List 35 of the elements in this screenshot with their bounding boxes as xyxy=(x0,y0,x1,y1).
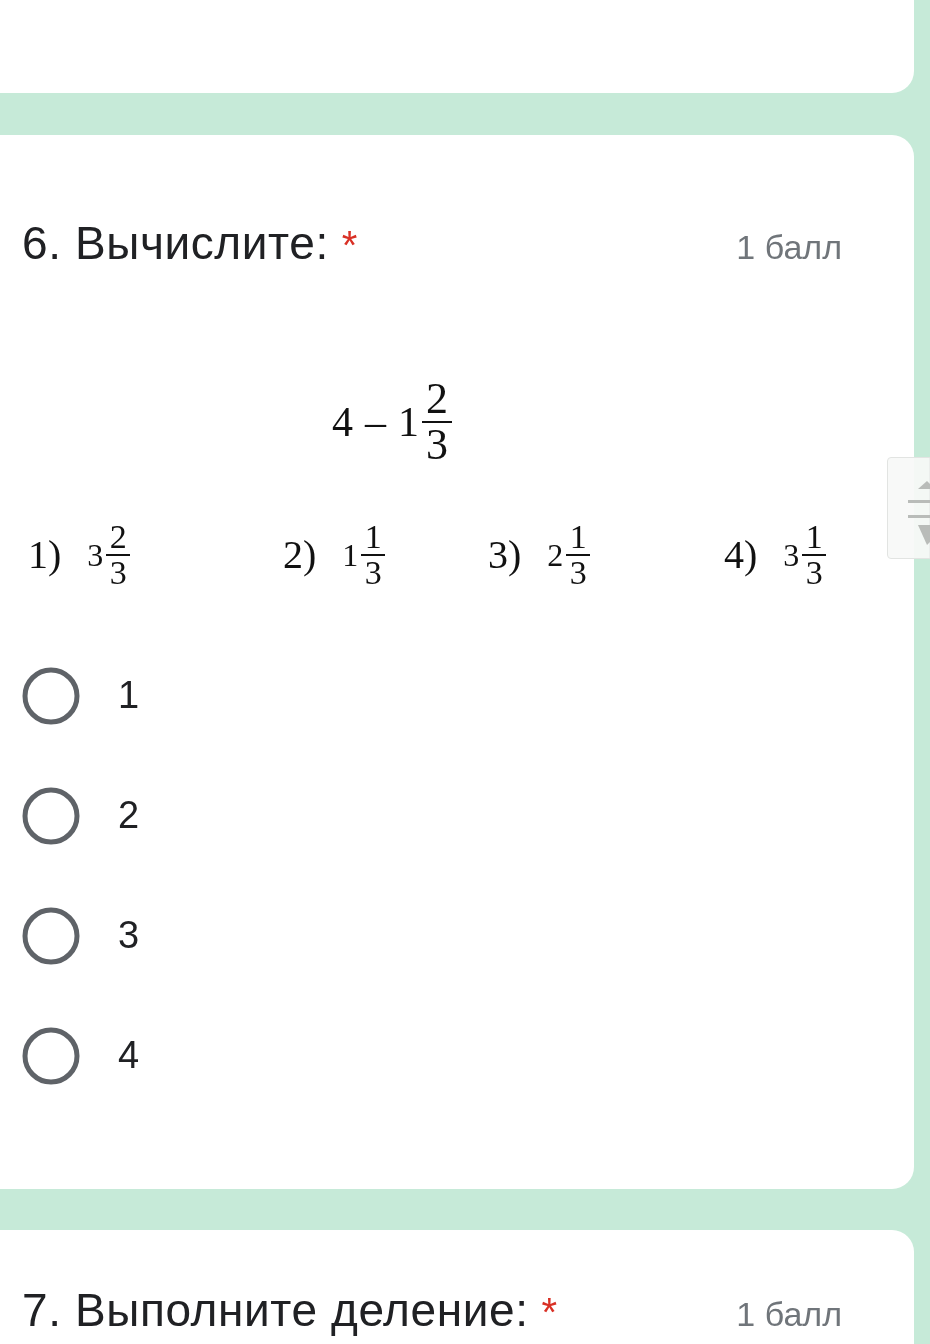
radio-button[interactable] xyxy=(22,1027,80,1085)
whole-number: 1 xyxy=(342,539,359,571)
fraction-denominator: 3 xyxy=(805,556,823,590)
required-mark: * xyxy=(541,1289,558,1336)
fraction-numerator: 2 xyxy=(109,520,127,554)
fraction-numerator: 1 xyxy=(569,520,587,554)
fraction-denominator: 3 xyxy=(109,556,127,590)
option-label[interactable]: 3 xyxy=(118,913,140,959)
option-label[interactable]: 1 xyxy=(118,673,140,719)
choice-number: 3) xyxy=(488,535,522,575)
fraction-denominator: 3 xyxy=(364,556,382,590)
points-label: 1 балл xyxy=(736,227,842,268)
radio-button[interactable] xyxy=(22,907,80,965)
minuend-number: 4 xyxy=(332,401,353,443)
choice-number: 4) xyxy=(724,535,758,575)
whole-number: 1 xyxy=(398,401,419,443)
fraction-denominator: 3 xyxy=(426,423,448,467)
points-label: 1 балл xyxy=(736,1294,842,1335)
required-mark: * xyxy=(341,222,358,269)
fraction-numerator: 1 xyxy=(364,520,382,554)
choice-number: 1) xyxy=(28,535,62,575)
option-label[interactable]: 2 xyxy=(118,793,140,839)
minus-sign: – xyxy=(365,401,386,443)
choice-number: 2) xyxy=(283,535,317,575)
radio-button[interactable] xyxy=(22,787,80,845)
fraction-numerator: 2 xyxy=(426,377,448,421)
radio-button[interactable] xyxy=(22,667,80,725)
whole-number: 2 xyxy=(547,539,564,571)
fraction-denominator: 3 xyxy=(569,556,587,590)
whole-number: 3 xyxy=(87,539,104,571)
whole-number: 3 xyxy=(783,539,800,571)
question-title: 6. Вычислите: xyxy=(22,216,329,271)
option-label[interactable]: 4 xyxy=(118,1033,140,1079)
question-title: 7. Выполните деление: xyxy=(22,1283,529,1338)
fraction-numerator: 1 xyxy=(805,520,823,554)
